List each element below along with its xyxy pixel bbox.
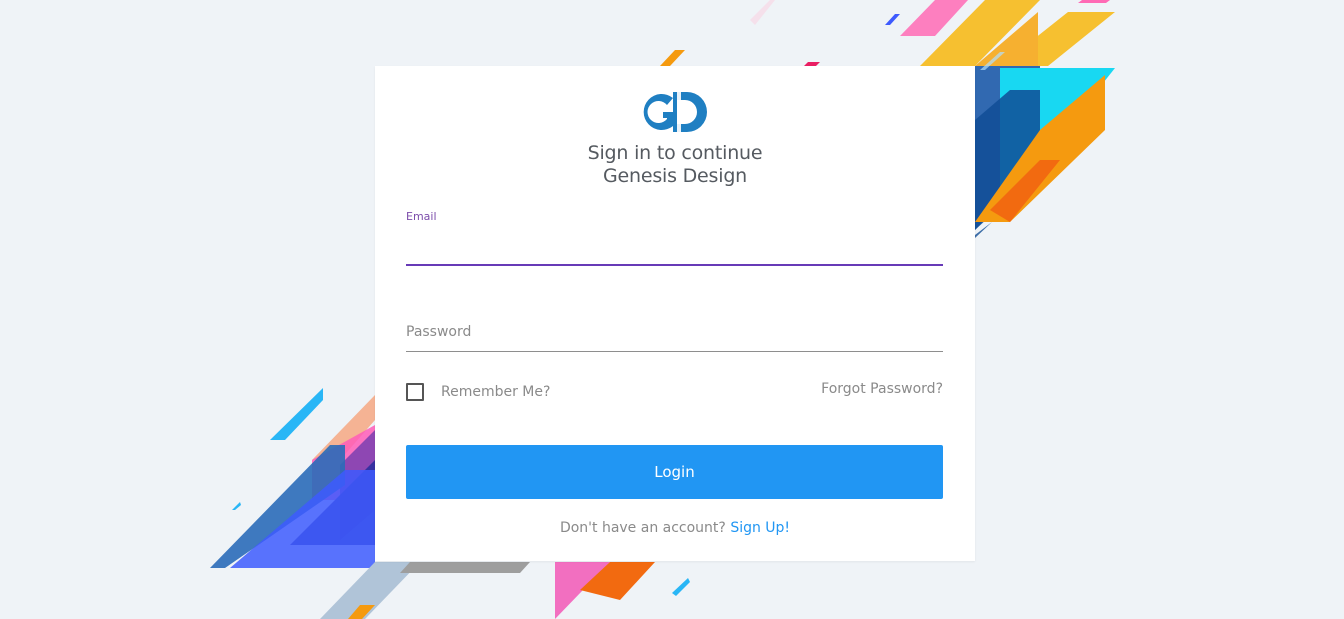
remember-me-label[interactable]: Remember Me? xyxy=(441,384,550,400)
password-input[interactable] xyxy=(406,312,943,352)
forgot-password-link[interactable]: Forgot Password? xyxy=(821,381,943,397)
signup-prompt-text: Don't have an account? xyxy=(559,520,726,536)
login-button[interactable]: Login xyxy=(406,445,943,499)
remember-me-checkbox[interactable] xyxy=(406,383,424,401)
title-line-1: Sign in to continue xyxy=(587,142,763,164)
login-card: Sign in to continue Genesis Design Email… xyxy=(375,66,975,561)
genesis-design-logo xyxy=(643,92,707,132)
email-field: Email xyxy=(406,208,943,270)
signup-prompt: Don't have an account? Sign Up! xyxy=(375,520,975,536)
email-input[interactable] xyxy=(406,228,943,266)
title-line-2: Genesis Design xyxy=(602,165,748,187)
remember-me-row: Remember Me? xyxy=(406,382,550,402)
signup-link[interactable]: Sign Up! xyxy=(730,520,790,536)
password-field xyxy=(406,312,943,352)
page-title: Sign in to continue Genesis Design xyxy=(375,142,975,188)
email-label: Email xyxy=(406,210,437,223)
